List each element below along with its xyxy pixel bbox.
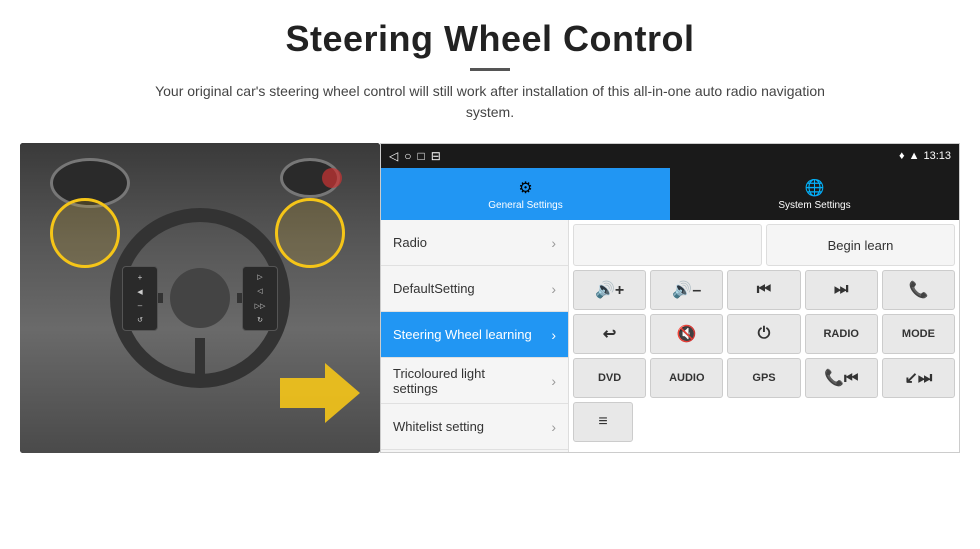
dvd-label: DVD xyxy=(598,372,621,384)
volume-up-button[interactable]: 🔊+ xyxy=(573,270,646,310)
tab-general-label: General Settings xyxy=(488,200,563,211)
mode-button[interactable]: MODE xyxy=(882,314,955,354)
begin-learn-row: Begin learn xyxy=(573,224,955,266)
menu-whitelist-label: Whitelist setting xyxy=(393,419,484,434)
wifi-icon: ♦ xyxy=(899,150,905,162)
menu-tricoloured-chevron: › xyxy=(551,373,556,389)
menu-steering-label: Steering Wheel learning xyxy=(393,327,532,342)
phone-icon: 📞 xyxy=(908,280,928,300)
power-button[interactable]: ⏻ xyxy=(727,314,800,354)
audio-button[interactable]: AUDIO xyxy=(650,358,723,398)
menu-tricoloured-label: Tricoloured lightsettings xyxy=(393,366,485,396)
title-divider xyxy=(470,68,510,71)
status-left: ◁ ○ □ ⊟ xyxy=(389,149,441,163)
menu-default-chevron: › xyxy=(551,281,556,297)
header-section: Steering Wheel Control Your original car… xyxy=(0,0,980,133)
mode-label: MODE xyxy=(902,328,935,340)
system-settings-icon: 🌐 xyxy=(805,178,825,198)
prev-track-icon: ⏮ xyxy=(757,281,771,299)
home-icon[interactable]: ○ xyxy=(404,149,411,163)
page-container: Steering Wheel Control Your original car… xyxy=(0,0,980,549)
list-icon: ≡ xyxy=(598,413,607,431)
highlight-left xyxy=(50,198,120,268)
android-status-bar: ◁ ○ □ ⊟ ♦ ▲ 13:13 xyxy=(381,144,959,168)
content-section: + ◀ – ↺ ▷ ◁ ▷▷ ↻ xyxy=(0,133,980,549)
radio-label: RADIO xyxy=(823,328,858,340)
prev-track-button[interactable]: ⏮ xyxy=(727,270,800,310)
menu-default-label: DefaultSetting xyxy=(393,281,475,296)
volume-up-icon: 🔊+ xyxy=(595,280,624,300)
menu-steering-chevron: › xyxy=(551,327,556,343)
steering-wheel-graphic: + ◀ – ↺ ▷ ◁ ▷▷ ↻ xyxy=(110,208,290,388)
menu-item-radio[interactable]: Radio › xyxy=(381,220,568,266)
phone-prev-icon: 📞⏮ xyxy=(824,368,858,388)
blank-display-box xyxy=(573,224,762,266)
end-next-icon: ↙⏭ xyxy=(905,368,933,388)
recents-icon[interactable]: □ xyxy=(417,149,424,163)
android-content: Radio › DefaultSetting › Steering Wheel … xyxy=(381,220,959,452)
arrow-overlay xyxy=(280,363,350,433)
menu-item-default-setting[interactable]: DefaultSetting › xyxy=(381,266,568,312)
tab-system-label: System Settings xyxy=(778,200,850,211)
general-settings-icon: ⚙ xyxy=(518,178,532,198)
android-tabs: ⚙ General Settings 🌐 System Settings xyxy=(381,168,959,220)
control-row-2: ↩ 🔇 ⏻ RADIO MODE xyxy=(573,314,955,354)
radio-button[interactable]: RADIO xyxy=(805,314,878,354)
menu-whitelist-chevron: › xyxy=(551,419,556,435)
car-image: + ◀ – ↺ ▷ ◁ ▷▷ ↻ xyxy=(20,143,380,453)
begin-learn-button[interactable]: Begin learn xyxy=(766,224,955,266)
audio-label: AUDIO xyxy=(669,372,704,384)
volume-down-button[interactable]: 🔊– xyxy=(650,270,723,310)
control-row-1: 🔊+ 🔊– ⏮ ⏭ 📞 xyxy=(573,270,955,310)
status-right: ♦ ▲ 13:13 xyxy=(899,150,951,162)
mute-button[interactable]: 🔇 xyxy=(650,314,723,354)
menu-list: Radio › DefaultSetting › Steering Wheel … xyxy=(381,220,569,452)
list-button[interactable]: ≡ xyxy=(573,402,633,442)
screenshot-icon[interactable]: ⊟ xyxy=(431,149,441,163)
phone-button[interactable]: 📞 xyxy=(882,270,955,310)
menu-item-steering-wheel[interactable]: Steering Wheel learning › xyxy=(381,312,568,358)
status-time: 13:13 xyxy=(923,150,951,162)
control-row-4: ≡ xyxy=(573,402,955,442)
gps-button[interactable]: GPS xyxy=(727,358,800,398)
back-call-icon: ↩ xyxy=(603,324,616,344)
next-track-icon: ⏭ xyxy=(834,281,848,299)
menu-item-tricoloured[interactable]: Tricoloured lightsettings › xyxy=(381,358,568,404)
back-icon[interactable]: ◁ xyxy=(389,149,398,163)
android-panel: ◁ ○ □ ⊟ ♦ ▲ 13:13 ⚙ General Settings xyxy=(380,143,960,453)
car-image-bg: + ◀ – ↺ ▷ ◁ ▷▷ ↻ xyxy=(20,143,380,453)
page-title: Steering Wheel Control xyxy=(40,18,940,60)
tab-system-settings[interactable]: 🌐 System Settings xyxy=(670,168,959,220)
dvd-button[interactable]: DVD xyxy=(573,358,646,398)
signal-icon: ▲ xyxy=(909,150,920,162)
menu-item-whitelist[interactable]: Whitelist setting › xyxy=(381,404,568,450)
gps-label: GPS xyxy=(752,372,775,384)
power-icon: ⏻ xyxy=(758,325,771,343)
phone-prev-button[interactable]: 📞⏮ xyxy=(805,358,878,398)
menu-radio-chevron: › xyxy=(551,235,556,251)
menu-radio-label: Radio xyxy=(393,235,427,250)
control-panel: Begin learn 🔊+ 🔊– ⏮ xyxy=(569,220,959,452)
subtitle: Your original car's steering wheel contr… xyxy=(140,81,840,123)
mute-icon: 🔇 xyxy=(677,324,697,344)
back-call-button[interactable]: ↩ xyxy=(573,314,646,354)
highlight-right xyxy=(275,198,345,268)
tab-general-settings[interactable]: ⚙ General Settings xyxy=(381,168,670,220)
control-row-3: DVD AUDIO GPS 📞⏮ ↙⏭ xyxy=(573,358,955,398)
next-track-button[interactable]: ⏭ xyxy=(805,270,878,310)
volume-down-icon: 🔊– xyxy=(672,280,701,300)
end-next-button[interactable]: ↙⏭ xyxy=(882,358,955,398)
